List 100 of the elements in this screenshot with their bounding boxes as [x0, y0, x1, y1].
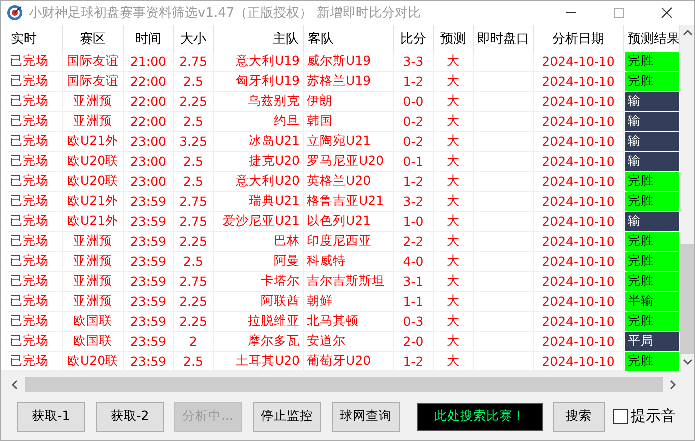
result-cell: 输 — [625, 152, 679, 172]
table-cell: 大 — [434, 252, 474, 272]
table-cell: 摩尔多瓦 — [214, 332, 304, 352]
action-button[interactable]: 停止监控 — [253, 402, 321, 432]
column-header[interactable]: 预测 — [434, 25, 474, 52]
search-field[interactable]: 此处搜索比赛！ — [417, 402, 543, 430]
table-cell: 1-1 — [394, 292, 434, 312]
table-cell: 已完场 — [7, 132, 63, 152]
table-cell: 2.5 — [174, 72, 214, 92]
table-cell: 1-2 — [394, 72, 434, 92]
table-cell: 2024-10-10 — [534, 312, 624, 332]
table-cell: 立陶宛U21 — [304, 132, 394, 152]
table-cell: 欧U21外 — [63, 132, 124, 152]
table-cell: 大 — [434, 192, 474, 212]
table-cell: 2024-10-10 — [534, 192, 624, 212]
column-header[interactable]: 分析日期 — [534, 25, 624, 52]
table-cell: 21:00 — [124, 52, 174, 72]
action-button[interactable]: 获取-1 — [17, 402, 85, 432]
table-cell: 已完场 — [7, 112, 63, 132]
table-cell: 冰岛U21 — [214, 132, 304, 152]
column-header[interactable]: 主队 — [214, 25, 304, 52]
table-cell: 22:00 — [124, 72, 174, 92]
result-cell: 完胜 — [625, 352, 679, 372]
search-button[interactable]: 搜索 — [553, 402, 605, 432]
table-cell: 已完场 — [7, 232, 63, 252]
table-cell: 已完场 — [7, 72, 63, 92]
action-button[interactable]: 球网查询 — [332, 402, 400, 432]
scroll-up-icon[interactable] — [682, 29, 692, 37]
table-cell: 2.5 — [174, 252, 214, 272]
table-cell: 大 — [434, 92, 474, 112]
scroll-left-icon[interactable] — [11, 380, 19, 390]
table-cell: 2024-10-10 — [534, 92, 624, 112]
column-header[interactable]: 赛区 — [63, 25, 124, 52]
table-cell: 印度尼西亚 — [304, 232, 394, 252]
table-cell: 亚洲预 — [63, 112, 124, 132]
table-cell: 23:59 — [124, 312, 174, 332]
result-cell: 完胜 — [625, 232, 679, 252]
table-cell: 2024-10-10 — [534, 172, 624, 192]
table-cell: 2.25 — [174, 232, 214, 252]
table-cell: 韩国 — [304, 112, 394, 132]
table-cell: 2.75 — [174, 272, 214, 292]
result-cell: 输 — [625, 212, 679, 232]
table-cell: 欧U20联 — [63, 172, 124, 192]
table-cell: 3.25 — [174, 132, 214, 152]
table-cell: 大 — [434, 112, 474, 132]
table-cell: 2024-10-10 — [534, 52, 624, 72]
table-cell: 欧国联 — [63, 332, 124, 352]
table-cell: 2-0 — [394, 332, 434, 352]
table-cell: 已完场 — [7, 332, 63, 352]
table-cell: 已完场 — [7, 152, 63, 172]
table-cell: 23:59 — [124, 292, 174, 312]
column-header[interactable]: 大小 — [174, 25, 214, 52]
table-cell: 大 — [434, 232, 474, 252]
result-cell: 完胜 — [625, 172, 679, 192]
table-cell: 欧U20联 — [63, 352, 124, 372]
table-cell: 2024-10-10 — [534, 232, 624, 252]
table-cell: 巴林 — [214, 232, 304, 252]
result-cell: 输 — [625, 92, 679, 112]
table-cell: 2024-10-10 — [534, 112, 624, 132]
table-cell: 朝鲜 — [304, 292, 394, 312]
scroll-right-icon[interactable] — [669, 380, 677, 390]
result-cell: 完胜 — [625, 312, 679, 332]
table-cell: 已完场 — [7, 192, 63, 212]
table-cell: 已完场 — [7, 252, 63, 272]
table-cell: 已完场 — [7, 172, 63, 192]
table-cell: 苏格兰U19 — [304, 72, 394, 92]
close-icon[interactable] — [661, 7, 673, 19]
table-cell: 国际友谊 — [63, 72, 124, 92]
table-cell: 吉尔吉斯斯坦 — [304, 272, 394, 292]
table-cell: 大 — [434, 292, 474, 312]
action-button[interactable]: 获取-2 — [96, 402, 164, 432]
table-cell: 大 — [434, 172, 474, 192]
column-header[interactable]: 客队 — [304, 25, 394, 52]
column-header[interactable]: 即时盘口 — [474, 25, 534, 52]
window-title: 小财神足球初盘赛事资料筛选v1.47（正版授权） 新增即时比分对比 — [29, 5, 422, 22]
table-cell: 2024-10-10 — [534, 152, 624, 172]
column-header[interactable]: 实时 — [7, 25, 63, 52]
checkbox-label[interactable]: 提示音 — [631, 407, 676, 426]
table-cell: 已完场 — [7, 212, 63, 232]
table-cell: 已完场 — [7, 52, 63, 72]
vertical-scrollbar[interactable] — [680, 25, 694, 370]
column-header[interactable]: 时间 — [124, 25, 174, 52]
table-cell: 卡塔尔 — [214, 272, 304, 292]
table-cell: 已完场 — [7, 312, 63, 332]
table-cell: 22:00 — [124, 112, 174, 132]
table-cell: 2024-10-10 — [534, 292, 624, 312]
table-cell: 23:59 — [124, 192, 174, 212]
table-cell: 亚洲预 — [63, 292, 124, 312]
column-header[interactable]: 比分 — [394, 25, 434, 52]
table-cell: 大 — [434, 272, 474, 292]
table-cell: 意大利U19 — [214, 52, 304, 72]
result-cell: 半输 — [625, 292, 679, 312]
table-cell: 0-1 — [394, 152, 434, 172]
checkbox[interactable] — [613, 409, 628, 424]
table-cell: 23:00 — [124, 172, 174, 192]
table-cell: 2024-10-10 — [534, 132, 624, 152]
table-cell: 23:59 — [124, 232, 174, 252]
result-cell: 完胜 — [625, 72, 679, 92]
table-cell: 2024-10-10 — [534, 272, 624, 292]
scroll-down-icon[interactable] — [682, 358, 692, 366]
